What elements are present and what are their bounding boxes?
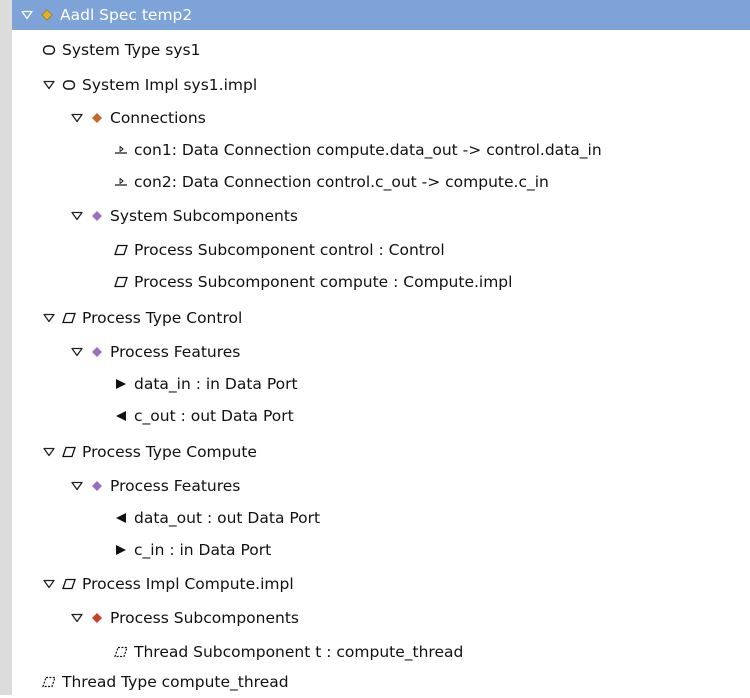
tree-item-thread-subcomponent-t-compute-thread[interactable]: Thread Subcomponent t : compute_thread [12, 636, 750, 668]
outline-tree: Aadl Spec temp2 System Type sys1 System Im… [0, 0, 750, 695]
tree-item-label: Process Type Compute [82, 443, 257, 461]
tree-item-process-impl-compute-impl[interactable]: Process Impl Compute.impl [12, 568, 750, 600]
tree-item-label: Aadl Spec temp2 [60, 6, 193, 24]
purple-diamond-icon [90, 209, 104, 223]
in-port-icon [114, 543, 128, 557]
process-icon [114, 275, 128, 289]
expand-toggle-icon[interactable] [70, 111, 84, 125]
tree-item-data-in-in-data-port[interactable]: data_in : in Data Port [12, 368, 750, 400]
tree-item-system-impl-sys1-impl[interactable]: System Impl sys1.impl [12, 69, 750, 101]
tree-item-system-type-sys1[interactable]: System Type sys1 [12, 34, 750, 66]
tree-item-label: Process Subcomponents [110, 609, 299, 627]
tree-item-process-type-compute[interactable]: Process Type Compute [12, 436, 750, 468]
tree-item-label: data_in : in Data Port [134, 375, 298, 393]
purple-diamond-icon [90, 479, 104, 493]
process-icon [62, 445, 76, 459]
tree-item-label: con1: Data Connection compute.data_out -… [134, 141, 602, 159]
tree-item-label: Process Type Control [82, 309, 243, 327]
tree-item-label: data_out : out Data Port [134, 509, 321, 527]
tree-item-label: System Impl sys1.impl [82, 76, 258, 94]
in-port-icon [114, 377, 128, 391]
data-connection-icon [114, 143, 128, 157]
expand-toggle-icon[interactable] [70, 479, 84, 493]
tree-item-process-features[interactable]: Process Features [12, 336, 750, 368]
tree-item-con1-data-connection-compute-data-out-co[interactable]: con1: Data Connection compute.data_out -… [12, 134, 750, 166]
thread-icon [42, 675, 56, 689]
expand-toggle-icon[interactable] [70, 345, 84, 359]
tree-item-connections[interactable]: Connections [12, 102, 750, 134]
tree-item-label: Thread Subcomponent t : compute_thread [134, 643, 464, 661]
tree-item-label: Process Features [110, 343, 241, 361]
tree-item-process-subcomponents[interactable]: Process Subcomponents [12, 602, 750, 634]
tree-item-label: c_in : in Data Port [134, 541, 272, 559]
tree-item-label: Process Subcomponent control : Control [134, 241, 445, 259]
system-type-icon [42, 43, 56, 57]
tree-item-system-subcomponents[interactable]: System Subcomponents [12, 200, 750, 232]
expand-toggle-icon[interactable] [70, 209, 84, 223]
tree-item-label: Process Impl Compute.impl [82, 575, 294, 593]
tree-item-label: c_out : out Data Port [134, 407, 294, 425]
tree-item-label: Process Subcomponent compute : Compute.i… [134, 273, 513, 291]
tree-item-label: Thread Type compute_thread [62, 673, 289, 691]
orange-diamond-icon [90, 111, 104, 125]
tree-item-process-features[interactable]: Process Features [12, 470, 750, 502]
out-port-icon [114, 511, 128, 525]
tree-item-process-type-control[interactable]: Process Type Control [12, 302, 750, 334]
out-port-icon [114, 409, 128, 423]
tree-item-data-out-out-data-port[interactable]: data_out : out Data Port [12, 502, 750, 534]
expand-toggle-icon[interactable] [70, 611, 84, 625]
expand-toggle-icon[interactable] [20, 8, 34, 22]
tree-item-aadl-spec-temp2[interactable]: Aadl Spec temp2 [12, 0, 750, 30]
tree-item-label: Process Features [110, 477, 241, 495]
tree-item-label: System Type sys1 [62, 41, 201, 59]
purple-diamond-icon [90, 345, 104, 359]
red-diamond-icon [90, 611, 104, 625]
process-icon [62, 311, 76, 325]
system-impl-icon [62, 78, 76, 92]
tree-item-con2-data-connection-control-c-out-compu[interactable]: con2: Data Connection control.c_out -> c… [12, 166, 750, 198]
tree-item-process-subcomponent-control-control[interactable]: Process Subcomponent control : Control [12, 234, 750, 266]
expand-toggle-icon[interactable] [42, 577, 56, 591]
expand-toggle-icon[interactable] [42, 311, 56, 325]
tree-item-thread-type-compute-thread[interactable]: Thread Type compute_thread [12, 666, 750, 698]
tree-item-label: Connections [110, 109, 206, 127]
tree-item-c-in-in-data-port[interactable]: c_in : in Data Port [12, 534, 750, 566]
tree-item-c-out-out-data-port[interactable]: c_out : out Data Port [12, 400, 750, 432]
data-connection-icon [114, 175, 128, 189]
gold-diamond-icon [40, 8, 54, 22]
tree-item-label: con2: Data Connection control.c_out -> c… [134, 173, 549, 191]
process-icon [114, 243, 128, 257]
expand-toggle-icon[interactable] [42, 78, 56, 92]
tree-item-process-subcomponent-compute-compute-imp[interactable]: Process Subcomponent compute : Compute.i… [12, 266, 750, 298]
tree-item-label: System Subcomponents [110, 207, 298, 225]
expand-toggle-icon[interactable] [42, 445, 56, 459]
thread-icon [114, 645, 128, 659]
process-icon [62, 577, 76, 591]
